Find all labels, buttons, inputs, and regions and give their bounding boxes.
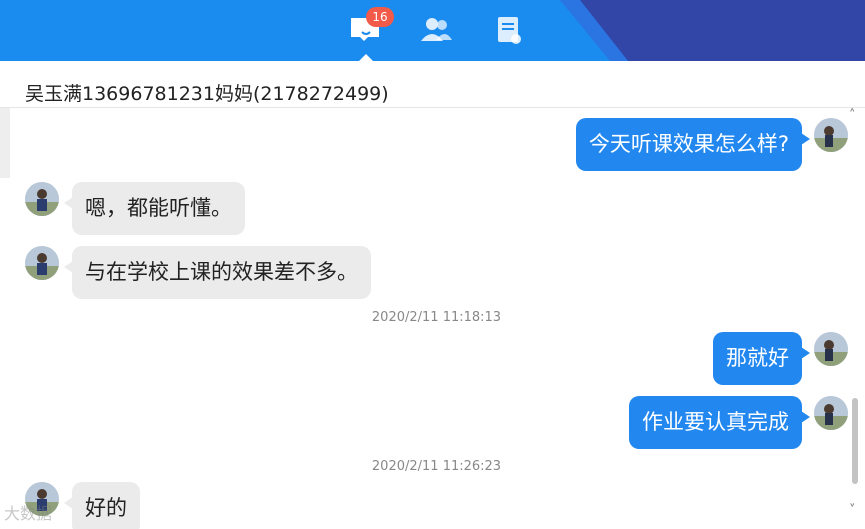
message-timestamp: 2020/2/11 11:18:13 xyxy=(371,310,502,325)
top-nav-bar: 16 xyxy=(0,0,865,61)
watermark: 大数据 xyxy=(4,504,53,523)
message-list[interactable]: 今天听课效果怎么样? 嗯，都能听懂。 与在学校上课的效果差不多。 2020/2/… xyxy=(0,108,865,529)
chat-header: 吴玉满13696781231妈妈(2178272499) xyxy=(0,61,865,108)
unread-count-badge: 16 xyxy=(366,7,394,27)
active-tab-caret xyxy=(359,54,373,61)
notes-tab-icon[interactable] xyxy=(492,13,526,47)
scrollbar-thumb[interactable] xyxy=(852,398,858,484)
incoming-message-bubble[interactable]: 与在学校上课的效果差不多。 xyxy=(64,246,371,299)
outgoing-message-bubble[interactable]: 作业要认真完成 xyxy=(629,396,810,449)
scroll-down-arrow-icon[interactable]: ˅ xyxy=(849,503,856,518)
contacts-tab-icon[interactable] xyxy=(419,13,453,47)
my-avatar[interactable] xyxy=(814,332,848,366)
contact-avatar[interactable] xyxy=(25,182,59,216)
my-avatar[interactable] xyxy=(814,396,848,430)
header-decoration xyxy=(580,0,865,61)
contact-avatar[interactable] xyxy=(25,246,59,280)
scroll-up-arrow-icon[interactable]: ˄ xyxy=(849,108,856,123)
outgoing-message-bubble[interactable]: 那就好 xyxy=(713,332,810,385)
list-edge xyxy=(0,108,10,178)
incoming-message-bubble[interactable]: 好的 xyxy=(64,482,140,529)
chat-title: 吴玉满13696781231妈妈(2178272499) xyxy=(25,83,389,105)
message-timestamp: 2020/2/11 11:26:23 xyxy=(371,459,502,474)
outgoing-message-bubble[interactable]: 今天听课效果怎么样? xyxy=(575,118,811,171)
my-avatar[interactable] xyxy=(814,118,848,152)
incoming-message-bubble[interactable]: 嗯，都能听懂。 xyxy=(64,182,245,235)
